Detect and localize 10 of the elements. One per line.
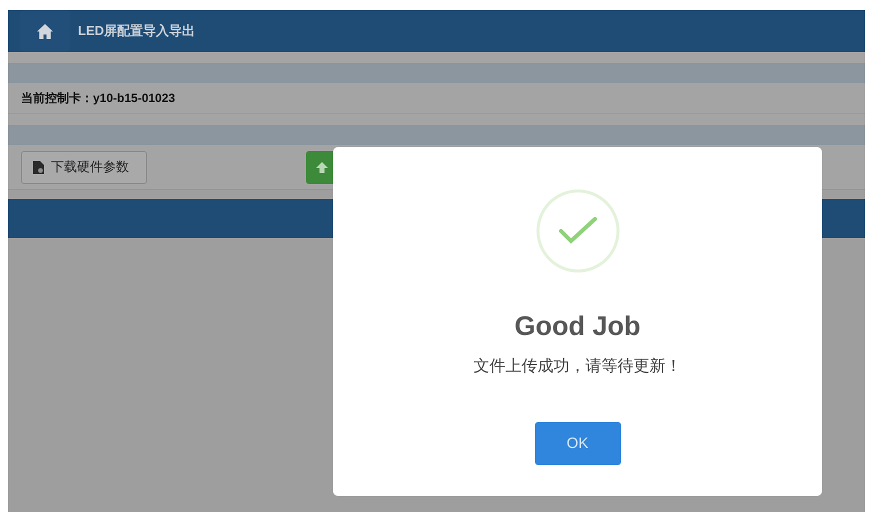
page-title: LED屏配置导入导出 [78, 22, 195, 40]
control-card-label: 当前控制卡：y10-b15-01023 [21, 90, 176, 106]
download-button[interactable]: 下载硬件参数 [21, 150, 147, 184]
dialog-message: 文件上传成功，请等待更新！ [474, 356, 682, 377]
home-icon [37, 24, 53, 38]
check-icon [536, 189, 620, 273]
upload-icon [316, 162, 328, 172]
home-button[interactable] [20, 10, 70, 52]
file-icon [33, 160, 44, 174]
dialog-title: Good Job [514, 311, 640, 342]
